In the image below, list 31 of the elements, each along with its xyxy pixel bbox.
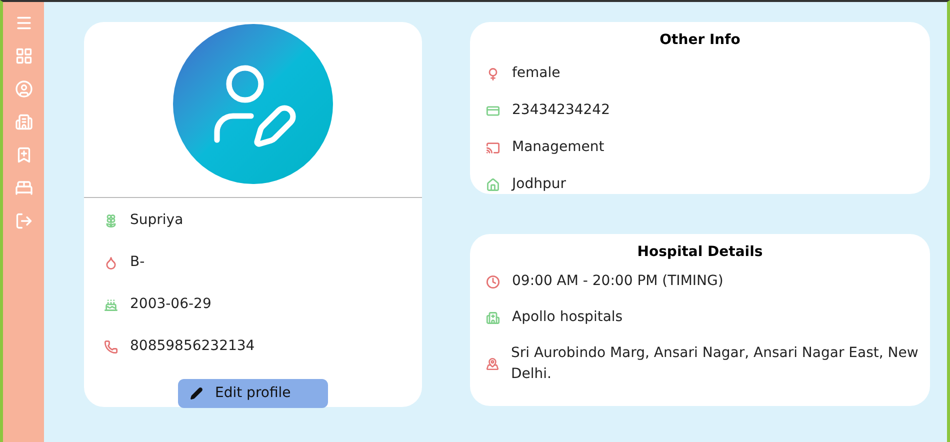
info-text: female (512, 64, 560, 83)
map-pin-icon (486, 357, 499, 371)
clock-icon (486, 274, 500, 288)
edit-profile-button[interactable]: Edit profile (178, 379, 328, 408)
info-text: Supriya (130, 211, 184, 230)
drop-icon (104, 256, 118, 270)
info-text: 23434234242 (512, 101, 610, 120)
info-text: Sri Aurobindo Marg, Ansari Nagar, Ansari Nagar East, New Delhi. (510, 344, 920, 384)
cast-icon (486, 140, 500, 154)
info-text: 80859856232134 (130, 337, 255, 356)
logout-icon[interactable] (14, 212, 32, 230)
flower-icon (104, 214, 118, 228)
pencil-icon (190, 387, 203, 400)
info-text: Jodhpur (512, 175, 566, 194)
phone-icon (104, 340, 118, 354)
card-title: Hospital Details (636, 243, 764, 262)
info-text: 2003-06-29 (130, 295, 212, 314)
hospital-icon (486, 310, 500, 324)
cake-icon (104, 298, 118, 312)
info-text: B- (130, 253, 145, 272)
user-circle-icon[interactable] (14, 80, 32, 98)
card-title: Other Info (658, 31, 742, 50)
info-text: Management (512, 138, 604, 157)
bed-icon[interactable] (14, 179, 32, 197)
house-icon (486, 178, 500, 192)
grid-plus-icon[interactable] (14, 47, 32, 65)
menu-icon[interactable] (14, 14, 32, 32)
info-text: Apollo hospitals (512, 308, 623, 327)
card-icon (486, 104, 500, 118)
gender-icon (486, 66, 500, 80)
info-text: 09:00 AM - 20:00 PM (TIMING) (512, 272, 724, 291)
